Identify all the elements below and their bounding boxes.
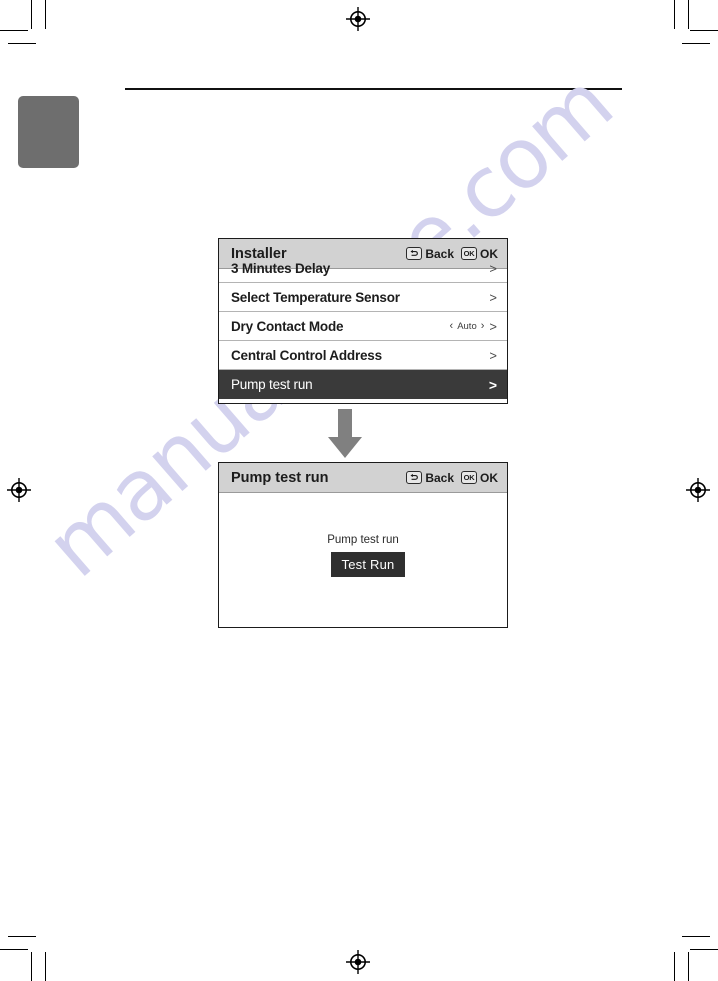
ok-button[interactable]: OK OK [461, 247, 498, 261]
menu-item-3-minutes-delay[interactable]: 3 Minutes Delay > [219, 261, 507, 283]
chevron-right-icon: > [488, 376, 497, 393]
crop-mark-bottom-right-h1 [682, 936, 710, 938]
ok-badge-text: OK [463, 472, 475, 482]
crop-mark-top-right-v2 [688, 0, 690, 29]
crop-mark-bottom-left-v1 [31, 952, 33, 981]
ok-icon: OK [461, 247, 477, 260]
pump-test-run-screen: Pump test run Back OK OK Pump test run T… [218, 462, 508, 628]
page-header-rule [125, 88, 622, 90]
chevron-left-icon[interactable]: ‹ [450, 320, 454, 332]
chevron-right-icon: > [489, 289, 497, 305]
ok-badge-text: OK [463, 248, 475, 258]
chapter-tab [18, 96, 79, 168]
back-button-label: Back [425, 246, 454, 261]
crop-mark-bottom-left-v2 [45, 952, 47, 981]
crop-mark-top-left-h2 [8, 43, 36, 45]
dry-contact-mode-stepper[interactable]: ‹ Auto › [450, 320, 485, 332]
back-button-label: Back [425, 470, 454, 485]
crop-mark-top-left-h1 [0, 30, 28, 32]
pump-test-run-header-actions: Back OK OK [406, 471, 498, 485]
crop-mark-top-right-h1 [690, 30, 718, 32]
installer-menu-list: 3 Minutes Delay > Select Temperature Sen… [219, 261, 507, 399]
pump-test-run-header: Pump test run Back OK OK [219, 463, 507, 493]
back-button[interactable]: Back [406, 471, 454, 485]
crop-mark-top-right-h2 [682, 43, 710, 45]
menu-item-label: Central Control Address [231, 347, 382, 363]
back-icon [406, 471, 423, 484]
pump-test-run-caption: Pump test run [327, 534, 399, 546]
ok-button[interactable]: OK OK [461, 471, 498, 485]
ok-button-label: OK [480, 470, 498, 485]
crop-mark-bottom-right-v1 [674, 952, 676, 981]
chevron-right-icon[interactable]: › [481, 320, 485, 332]
back-button[interactable]: Back [406, 247, 454, 261]
menu-item-pump-test-run[interactable]: Pump test run > [219, 370, 507, 399]
test-run-button[interactable]: Test Run [331, 552, 405, 577]
menu-item-label: Select Temperature Sensor [231, 289, 400, 305]
registration-mark-top [345, 6, 371, 32]
pump-test-run-body: Pump test run Test Run [219, 493, 507, 627]
menu-item-label: Dry Contact Mode [231, 318, 344, 334]
flow-arrow-down-icon [327, 409, 363, 459]
installer-title: Installer [231, 245, 287, 262]
chevron-right-icon: > [489, 261, 497, 276]
menu-item-label: 3 Minutes Delay [231, 261, 331, 276]
menu-item-dry-contact-mode[interactable]: Dry Contact Mode ‹ Auto › > [219, 312, 507, 341]
crop-mark-top-left-v1 [31, 0, 33, 29]
back-icon [406, 247, 423, 260]
ok-icon: OK [461, 471, 477, 484]
menu-item-select-temperature-sensor[interactable]: Select Temperature Sensor > [219, 283, 507, 312]
chevron-right-icon: > [489, 347, 497, 363]
pump-test-run-title: Pump test run [231, 469, 329, 486]
crop-mark-bottom-right-h2 [690, 949, 718, 951]
installer-header-actions: Back OK OK [406, 247, 498, 261]
dry-contact-mode-value: Auto [457, 320, 477, 332]
crop-mark-top-right-v1 [674, 0, 676, 29]
registration-mark-bottom [345, 949, 371, 975]
ok-button-label: OK [480, 246, 498, 261]
registration-mark-left [6, 477, 32, 503]
chevron-right-icon: > [489, 318, 497, 334]
installer-screen: Installer Back OK OK 3 Minutes Delay > S… [218, 238, 508, 404]
crop-mark-bottom-left-h2 [0, 949, 28, 951]
menu-item-label: Pump test run [231, 377, 313, 392]
menu-item-central-control-address[interactable]: Central Control Address > [219, 341, 507, 370]
crop-mark-bottom-left-h1 [8, 936, 36, 938]
crop-mark-bottom-right-v2 [688, 952, 690, 981]
registration-mark-right [685, 477, 711, 503]
crop-mark-top-left-v2 [45, 0, 47, 29]
